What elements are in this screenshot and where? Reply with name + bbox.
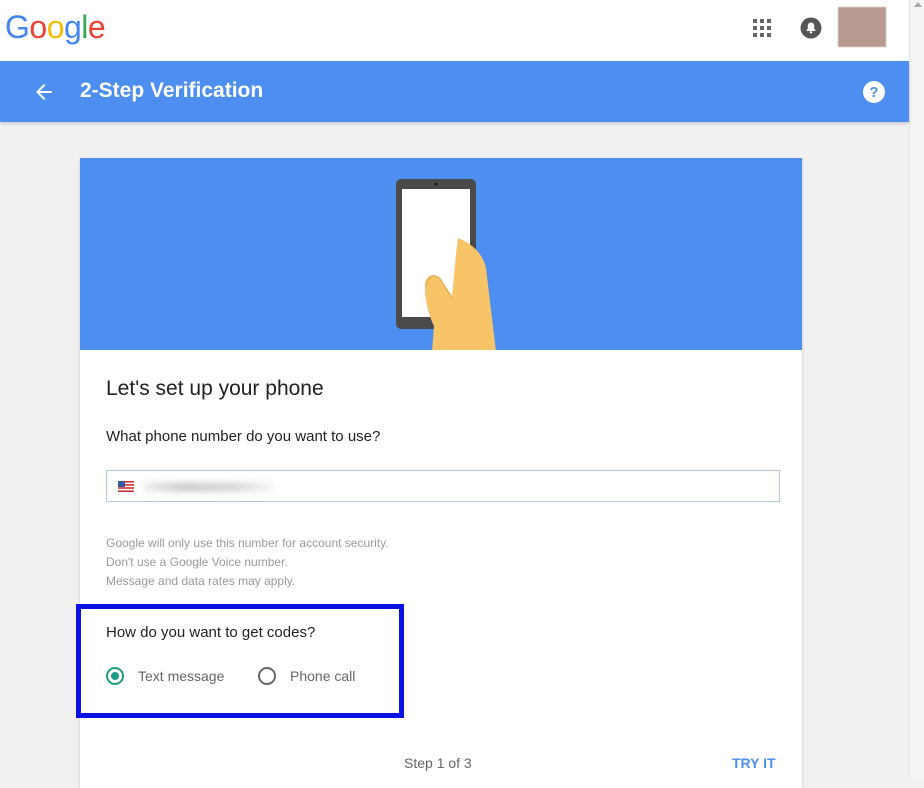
info-line: Google will only use this number for acc…: [106, 536, 389, 550]
phone-question-label: What phone number do you want to use?: [106, 428, 381, 445]
avatar[interactable]: [838, 7, 886, 47]
help-icon[interactable]: ?: [862, 80, 886, 104]
logo-letter: o: [46, 9, 65, 45]
text-message-label: Text message: [138, 668, 225, 684]
notifications-icon[interactable]: [800, 17, 822, 39]
scrollbar[interactable]: [909, 0, 924, 777]
setup-card: Let's set up your phone What phone numbe…: [80, 158, 802, 788]
scroll-up-arrow-icon[interactable]: [914, 2, 922, 7]
logo-letter: l: [81, 9, 88, 45]
phone-call-label: Phone call: [290, 668, 356, 684]
top-bar: Google: [0, 0, 909, 61]
info-line: Message and data rates may apply.: [106, 574, 296, 588]
radio-unchecked-icon[interactable]: [258, 667, 276, 685]
svg-text:?: ?: [869, 84, 878, 101]
arrow-left-icon[interactable]: [32, 80, 56, 104]
try-it-button[interactable]: TRY IT: [732, 755, 776, 771]
us-flag-icon[interactable]: [118, 481, 134, 492]
info-text: Google will only use this number for acc…: [106, 534, 389, 591]
text-message-radio[interactable]: Text message: [106, 665, 236, 691]
redacted-phone-number: [143, 482, 275, 492]
step-indicator: Step 1 of 3: [404, 755, 472, 771]
radio-checked-icon[interactable]: [106, 667, 124, 685]
logo-letter: g: [63, 9, 82, 45]
page-title: 2-Step Verification: [80, 79, 264, 102]
page-header: 2-Step Verification ?: [0, 61, 909, 122]
logo-letter: o: [29, 9, 47, 45]
codes-question-label: How do you want to get codes?: [106, 624, 316, 641]
card-title: Let's set up your phone: [106, 377, 324, 400]
apps-grid-icon[interactable]: [752, 18, 772, 38]
google-logo[interactable]: Google: [5, 9, 106, 46]
logo-letter: e: [87, 9, 106, 45]
info-line: Don't use a Google Voice number.: [106, 555, 288, 569]
phone-in-hand-illustration: [396, 179, 496, 350]
hero-banner: [80, 158, 802, 350]
phone-number-input[interactable]: [106, 470, 780, 502]
phone-call-radio[interactable]: Phone call: [258, 665, 368, 691]
logo-letter: G: [5, 9, 30, 45]
